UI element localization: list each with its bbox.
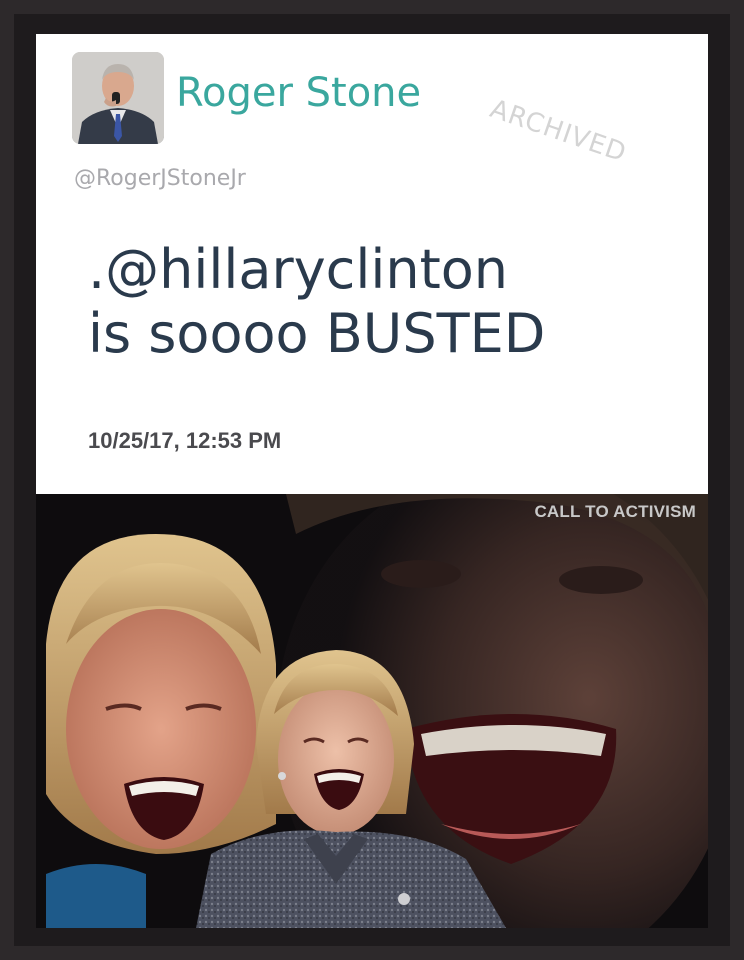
meme-canvas: Roger Stone ARCHIVED @RogerJStoneJr .@hi…: [36, 34, 708, 928]
profile-photo-icon: [72, 52, 164, 144]
user-handle[interactable]: @RogerJStoneJr: [74, 166, 246, 191]
photo-collage: CALL TO ACTIVISM: [36, 494, 708, 928]
display-name[interactable]: Roger Stone: [176, 70, 421, 116]
image-frame: Roger Stone ARCHIVED @RogerJStoneJr .@hi…: [0, 0, 744, 960]
collage-image: [36, 494, 708, 928]
tweet-card: Roger Stone ARCHIVED @RogerJStoneJr .@hi…: [36, 34, 708, 494]
tweet-text-line: is soooo BUSTED: [88, 302, 546, 365]
tweet-timestamp: 10/25/17, 12:53 PM: [88, 428, 282, 453]
archived-watermark: ARCHIVED: [486, 94, 631, 169]
credit-label: CALL TO ACTIVISM: [534, 502, 696, 521]
avatar[interactable]: [72, 52, 164, 144]
tweet-text-line: .@hillaryclinton: [88, 238, 509, 301]
tweet-text: .@hillaryclinton is soooo BUSTED: [88, 238, 688, 366]
